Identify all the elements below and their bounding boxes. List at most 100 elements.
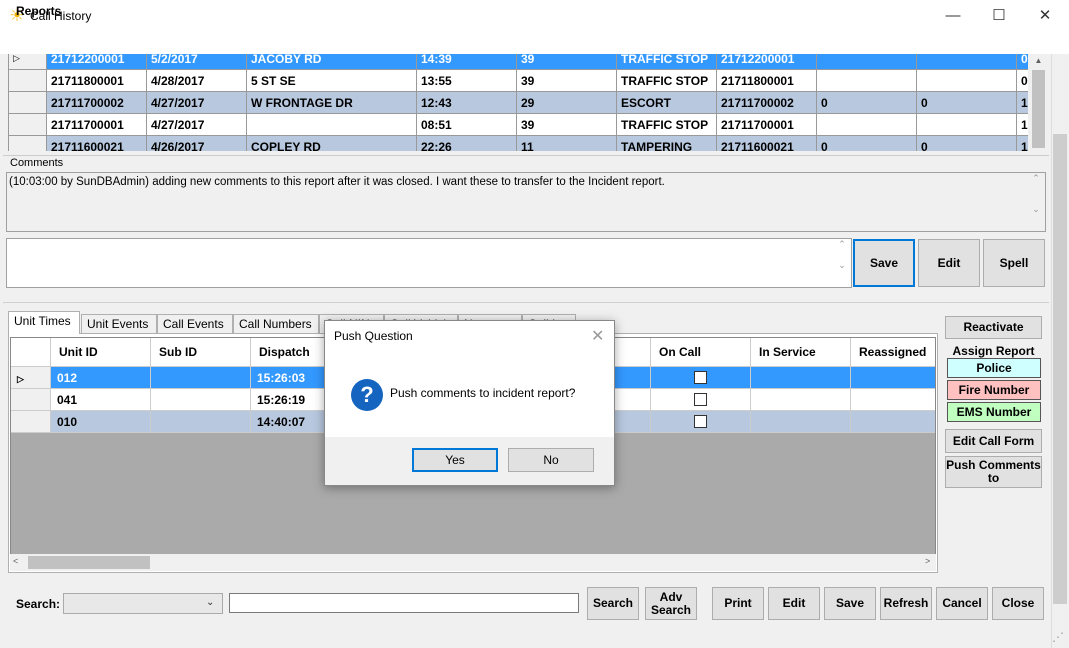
calls-table-cell	[817, 54, 917, 70]
unit-table-cell	[651, 411, 751, 433]
window-scrollbar-thumb[interactable]	[1053, 134, 1067, 604]
calls-table-cell: 21711600021	[717, 136, 817, 151]
calls-table-cell: 5 ST SE	[247, 70, 417, 92]
calls-table-cell: 5/2/2017	[147, 54, 247, 70]
calls-table-cell: TRAFFIC STOP	[617, 70, 717, 92]
calls-table-cell: 1	[1017, 114, 1028, 136]
calls-table-cell: ESCORT	[617, 92, 717, 114]
row-header[interactable]: ▷	[9, 54, 47, 70]
assign-report-label: Assign Report	[952, 344, 1035, 358]
scroll-right-arrow-icon[interactable]: >	[925, 556, 930, 566]
scroll-left-arrow-icon[interactable]: <	[13, 556, 18, 566]
maximize-button[interactable]: ☐	[976, 0, 1022, 32]
comments-scroll-arrows-icon[interactable]: ⌃ ⌄	[1027, 173, 1045, 231]
unit-table-cell	[151, 389, 251, 411]
unit-grid-corner-header	[11, 338, 51, 367]
calls-table-row[interactable]: 21711700002 4/27/2017 W FRONTAGE DR 12:43 29…	[9, 92, 1028, 114]
row-header[interactable]	[11, 411, 51, 433]
dialog-no-button[interactable]: No	[508, 448, 594, 472]
calls-table-cell: 0	[1017, 54, 1028, 70]
unit-table-cell	[851, 389, 935, 411]
refresh-button[interactable]: Refresh	[880, 587, 932, 620]
police-assign-button[interactable]: Police	[947, 358, 1041, 378]
search-button[interactable]: Search	[587, 587, 639, 620]
search-input[interactable]	[229, 593, 579, 613]
search-field-select[interactable]	[63, 593, 223, 614]
chevron-down-icon[interactable]: ⌄	[206, 597, 214, 608]
tab-unit-times[interactable]: Unit Times	[8, 311, 80, 334]
print-button[interactable]: Print	[712, 587, 764, 620]
row-header[interactable]	[9, 70, 47, 92]
title-bar	[0, 0, 1069, 32]
dialog-close-icon[interactable]: ✕	[591, 326, 604, 346]
calls-table-row[interactable]: 21711700001 4/27/2017 08:51 39 TRAFFIC STOP 2…	[9, 114, 1028, 136]
on-call-checkbox[interactable]	[694, 393, 707, 406]
menu-reports[interactable]: Reports	[16, 4, 61, 18]
calls-table-cell: 21711600021	[47, 136, 147, 151]
push-comments-to-button[interactable]: Push Comments to	[945, 456, 1042, 488]
calls-table-cell: TRAFFIC STOP	[617, 54, 717, 70]
current-row-arrow-icon: ▷	[17, 374, 24, 384]
unit-grid-column-header[interactable]: In Service	[751, 338, 851, 367]
row-header[interactable]	[9, 114, 47, 136]
calls-table-cell: 21711700001	[47, 114, 147, 136]
row-header[interactable]: ▷	[11, 367, 51, 389]
unit-grid-column-header[interactable]: Sub ID	[151, 338, 251, 367]
comments-label: Comments	[10, 157, 64, 169]
tabs-divider	[3, 302, 1049, 303]
adv-search-button[interactable]: Adv Search	[645, 587, 697, 620]
calls-table-cell: 4/27/2017	[147, 92, 247, 114]
comment-edit-button[interactable]: Edit	[918, 239, 980, 287]
calls-table-cell	[817, 114, 917, 136]
new-comment-input[interactable]	[6, 238, 852, 288]
unit-table-cell: 010	[51, 411, 151, 433]
calls-table-cell	[817, 70, 917, 92]
close-window-button[interactable]: ✕	[1022, 0, 1068, 32]
resize-grip-icon[interactable]: ⋰	[1052, 630, 1064, 644]
cancel-button[interactable]: Cancel	[936, 587, 988, 620]
calls-table-cell: 0	[817, 136, 917, 151]
calls-table-row[interactable]: 21711600021 4/26/2017 COPLEY RD 22:26 11 TAMP…	[9, 136, 1028, 151]
calls-grid-scrollbar-thumb[interactable]	[1032, 70, 1045, 148]
new-comment-scroll-arrows-icon[interactable]: ⌃ ⌄	[833, 239, 851, 287]
tab-unit-events[interactable]: Unit Events	[81, 314, 157, 333]
unit-table-cell	[651, 389, 751, 411]
unit-table-cell: 012	[51, 367, 151, 389]
tab-call-events[interactable]: Call Events	[157, 314, 233, 333]
ems-number-assign-button[interactable]: EMS Number	[947, 402, 1041, 422]
calls-table-row[interactable]: ▷ 21712200001 5/2/2017 JACOBY RD 14:39 39 TRAF…	[9, 54, 1028, 70]
comment-save-button[interactable]: Save	[853, 239, 915, 287]
unit-grid-hscrollbar-thumb[interactable]	[28, 556, 150, 569]
push-question-dialog: Push Question ✕ ? Push comments to incid…	[324, 320, 615, 486]
save-button[interactable]: Save	[824, 587, 876, 620]
calls-table-row[interactable]: 21711800001 4/28/2017 5 ST SE 13:55 39 TRAFFI…	[9, 70, 1028, 92]
dialog-yes-button[interactable]: Yes	[412, 448, 498, 472]
row-header[interactable]	[9, 136, 47, 151]
calls-table-cell	[247, 114, 417, 136]
calls-table-cell: 39	[517, 54, 617, 70]
row-header[interactable]	[11, 389, 51, 411]
row-header[interactable]	[9, 92, 47, 114]
tab-call-numbers[interactable]: Call Numbers	[233, 314, 319, 333]
unit-table-cell	[751, 367, 851, 389]
unit-grid-column-header[interactable]: On Call	[651, 338, 751, 367]
edit-button[interactable]: Edit	[768, 587, 820, 620]
unit-table-cell	[651, 367, 751, 389]
on-call-checkbox[interactable]	[694, 371, 707, 384]
close-button[interactable]: Close	[992, 587, 1044, 620]
calls-table-cell: TRAFFIC STOP	[617, 114, 717, 136]
scroll-up-arrow-icon[interactable]: ▲	[1030, 56, 1047, 70]
calls-table-cell	[917, 70, 1017, 92]
comment-spell-button[interactable]: Spell	[983, 239, 1045, 287]
edit-call-form-button[interactable]: Edit Call Form	[945, 429, 1042, 453]
unit-grid-column-header[interactable]: Reassigned	[851, 338, 935, 367]
on-call-checkbox[interactable]	[694, 415, 707, 428]
calls-table-cell: 4/27/2017	[147, 114, 247, 136]
dialog-message: Push comments to incident report?	[390, 386, 576, 400]
calls-table-cell: 22:26	[417, 136, 517, 151]
fire-number-assign-button[interactable]: Fire Number	[947, 380, 1041, 400]
unit-table-cell	[151, 367, 251, 389]
unit-grid-column-header[interactable]: Unit ID	[51, 338, 151, 367]
reactivate-button[interactable]: Reactivate	[945, 316, 1042, 339]
minimize-button[interactable]: —	[930, 0, 976, 32]
